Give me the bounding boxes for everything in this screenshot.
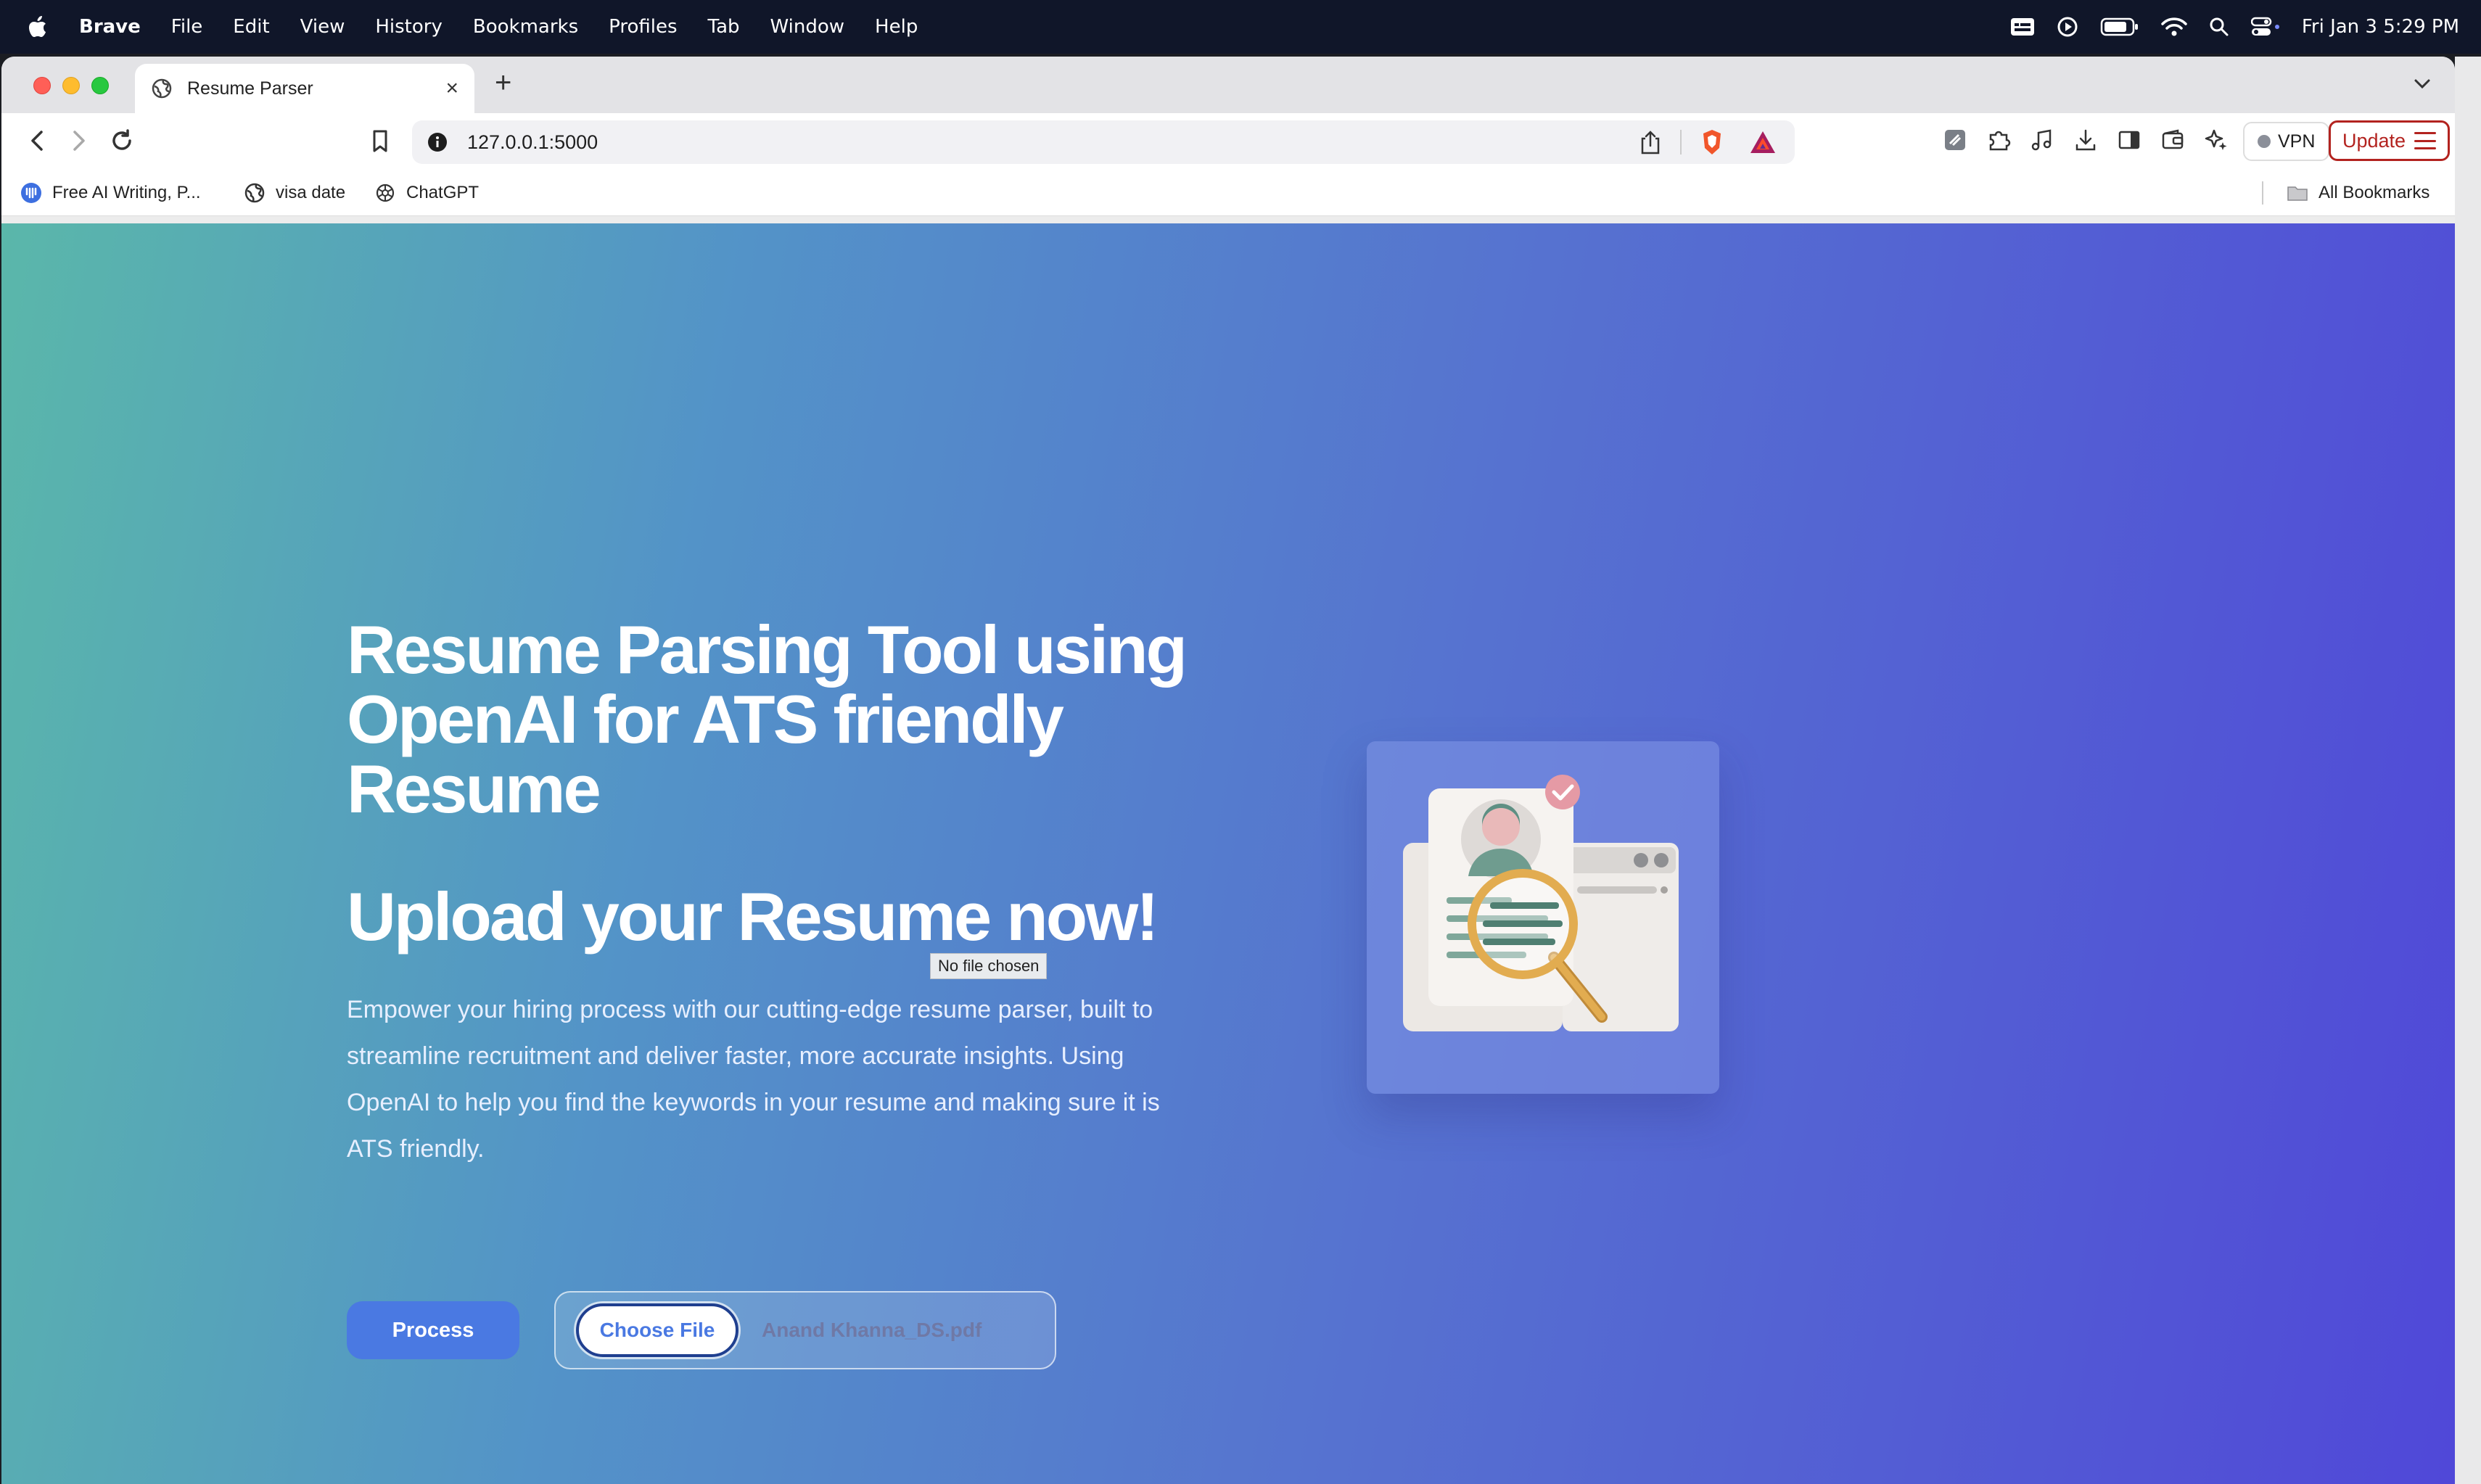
update-menu-button[interactable]: Update xyxy=(2329,120,2451,161)
menu-edit[interactable]: Edit xyxy=(233,16,269,38)
vpn-label: VPN xyxy=(2278,131,2316,152)
control-center-icon[interactable] xyxy=(2250,17,2280,37)
bookmarks-bar: Free AI Writing, P... visa date ChatGPT … xyxy=(1,170,2455,216)
all-bookmarks-folder[interactable]: All Bookmarks xyxy=(2287,170,2429,216)
extension-icons xyxy=(1943,128,2229,152)
address-bar-divider xyxy=(1680,130,1682,154)
background-window-edge xyxy=(2455,57,2481,1484)
menu-bar-status-area: Fri Jan 3 5:29 PM xyxy=(2010,0,2459,54)
choose-file-button[interactable]: Choose File xyxy=(576,1303,738,1357)
globe-icon xyxy=(152,78,172,99)
macos-menu-bar: Brave File Edit View History Bookmarks P… xyxy=(0,0,2481,54)
browser-window: Resume Parser × + 127.0.0.1:5000 VPN Upd… xyxy=(1,57,2455,1484)
play-circle-icon[interactable] xyxy=(2057,16,2078,38)
wallet-icon[interactable] xyxy=(2160,128,2185,152)
menu-bar-clock[interactable]: Fri Jan 3 5:29 PM xyxy=(2302,16,2459,38)
vpn-status-dot xyxy=(2258,135,2271,148)
media-music-icon[interactable] xyxy=(2030,128,2054,152)
leo-ai-icon[interactable] xyxy=(2204,128,2229,152)
menu-bookmarks[interactable]: Bookmarks xyxy=(473,16,578,38)
update-label: Update xyxy=(2342,129,2406,152)
bookmark-visa-date[interactable]: visa date xyxy=(244,170,345,216)
menu-history[interactable]: History xyxy=(375,16,443,38)
brave-rewards-icon[interactable] xyxy=(1748,129,1777,155)
process-button[interactable]: Process xyxy=(347,1301,519,1359)
tab-resume-parser[interactable]: Resume Parser × xyxy=(135,64,474,113)
tab-title: Resume Parser xyxy=(187,78,313,99)
file-input-tooltip: No file chosen xyxy=(930,953,1048,979)
puzzle-extensions-icon[interactable] xyxy=(1986,128,2011,152)
menu-file[interactable]: File xyxy=(171,16,203,38)
close-window-button[interactable] xyxy=(33,77,51,94)
brave-shields-icon[interactable] xyxy=(1699,128,1725,156)
tab-close-button[interactable]: × xyxy=(445,78,458,99)
minimize-window-button[interactable] xyxy=(62,77,80,94)
resume-search-illustration xyxy=(1367,741,1719,1094)
extension-note-icon[interactable] xyxy=(1943,128,1967,152)
spotlight-search-icon[interactable] xyxy=(2209,17,2229,37)
page-title: Resume Parsing Tool using OpenAI for ATS… xyxy=(347,611,1188,827)
battery-icon[interactable] xyxy=(2100,17,2139,36)
caption-icon[interactable] xyxy=(2010,17,2035,36)
bookmark-label: ChatGPT xyxy=(406,183,480,202)
reload-icon[interactable] xyxy=(107,126,136,155)
bookmarks-divider xyxy=(2262,181,2263,205)
menu-profiles[interactable]: Profiles xyxy=(609,16,677,38)
address-bar[interactable]: 127.0.0.1:5000 xyxy=(412,120,1795,164)
menu-tab[interactable]: Tab xyxy=(708,16,740,38)
upload-heading: Upload your Resume now! xyxy=(347,878,1159,955)
file-upload-input[interactable]: Choose File Anand Khanna_DS.pdf xyxy=(554,1291,1056,1369)
forward-arrow-icon[interactable] xyxy=(64,126,93,155)
new-tab-button[interactable]: + xyxy=(495,68,511,97)
all-bookmarks-label: All Bookmarks xyxy=(2319,183,2430,202)
apple-icon[interactable] xyxy=(28,15,48,38)
wifi-icon[interactable] xyxy=(2161,17,2187,37)
hamburger-menu-icon xyxy=(2414,132,2437,149)
url-text[interactable]: 127.0.0.1:5000 xyxy=(467,131,1639,154)
chevron-down-icon[interactable] xyxy=(2411,73,2433,94)
bookmark-icon[interactable] xyxy=(366,126,395,155)
sidebar-toggle-icon[interactable] xyxy=(2117,128,2141,152)
bookmark-free-ai-writing[interactable]: Free AI Writing, P... xyxy=(20,170,201,216)
bookmark-label: Free AI Writing, P... xyxy=(52,183,201,202)
back-arrow-icon[interactable] xyxy=(23,126,52,155)
share-icon[interactable] xyxy=(1639,130,1661,154)
bookmark-chatgpt[interactable]: ChatGPT xyxy=(374,170,479,216)
page-description: Empower your hiring process with our cut… xyxy=(347,996,1160,1163)
zoom-window-button[interactable] xyxy=(91,77,109,94)
chatgpt-icon xyxy=(376,184,395,202)
tab-strip: Resume Parser × + xyxy=(1,57,2455,113)
browser-toolbar: 127.0.0.1:5000 VPN Update xyxy=(1,113,2455,170)
folder-icon xyxy=(2287,186,2308,201)
vpn-button[interactable]: VPN xyxy=(2243,122,2330,161)
menu-window[interactable]: Window xyxy=(770,16,845,38)
page-viewport: Resume Parsing Tool using OpenAI for ATS… xyxy=(1,223,2455,1484)
bookmark-label: visa date xyxy=(276,183,346,202)
downloads-icon[interactable] xyxy=(2073,128,2098,152)
menu-help[interactable]: Help xyxy=(875,16,918,38)
menu-view[interactable]: View xyxy=(300,16,345,38)
writing-app-icon xyxy=(21,183,41,203)
site-info-icon[interactable] xyxy=(427,131,448,153)
globe-icon xyxy=(244,183,265,203)
window-controls xyxy=(33,77,109,94)
selected-file-name: Anand Khanna_DS.pdf xyxy=(762,1319,982,1341)
menu-app-name[interactable]: Brave xyxy=(79,16,141,38)
resume-magnifier-icon xyxy=(1403,775,1679,1031)
